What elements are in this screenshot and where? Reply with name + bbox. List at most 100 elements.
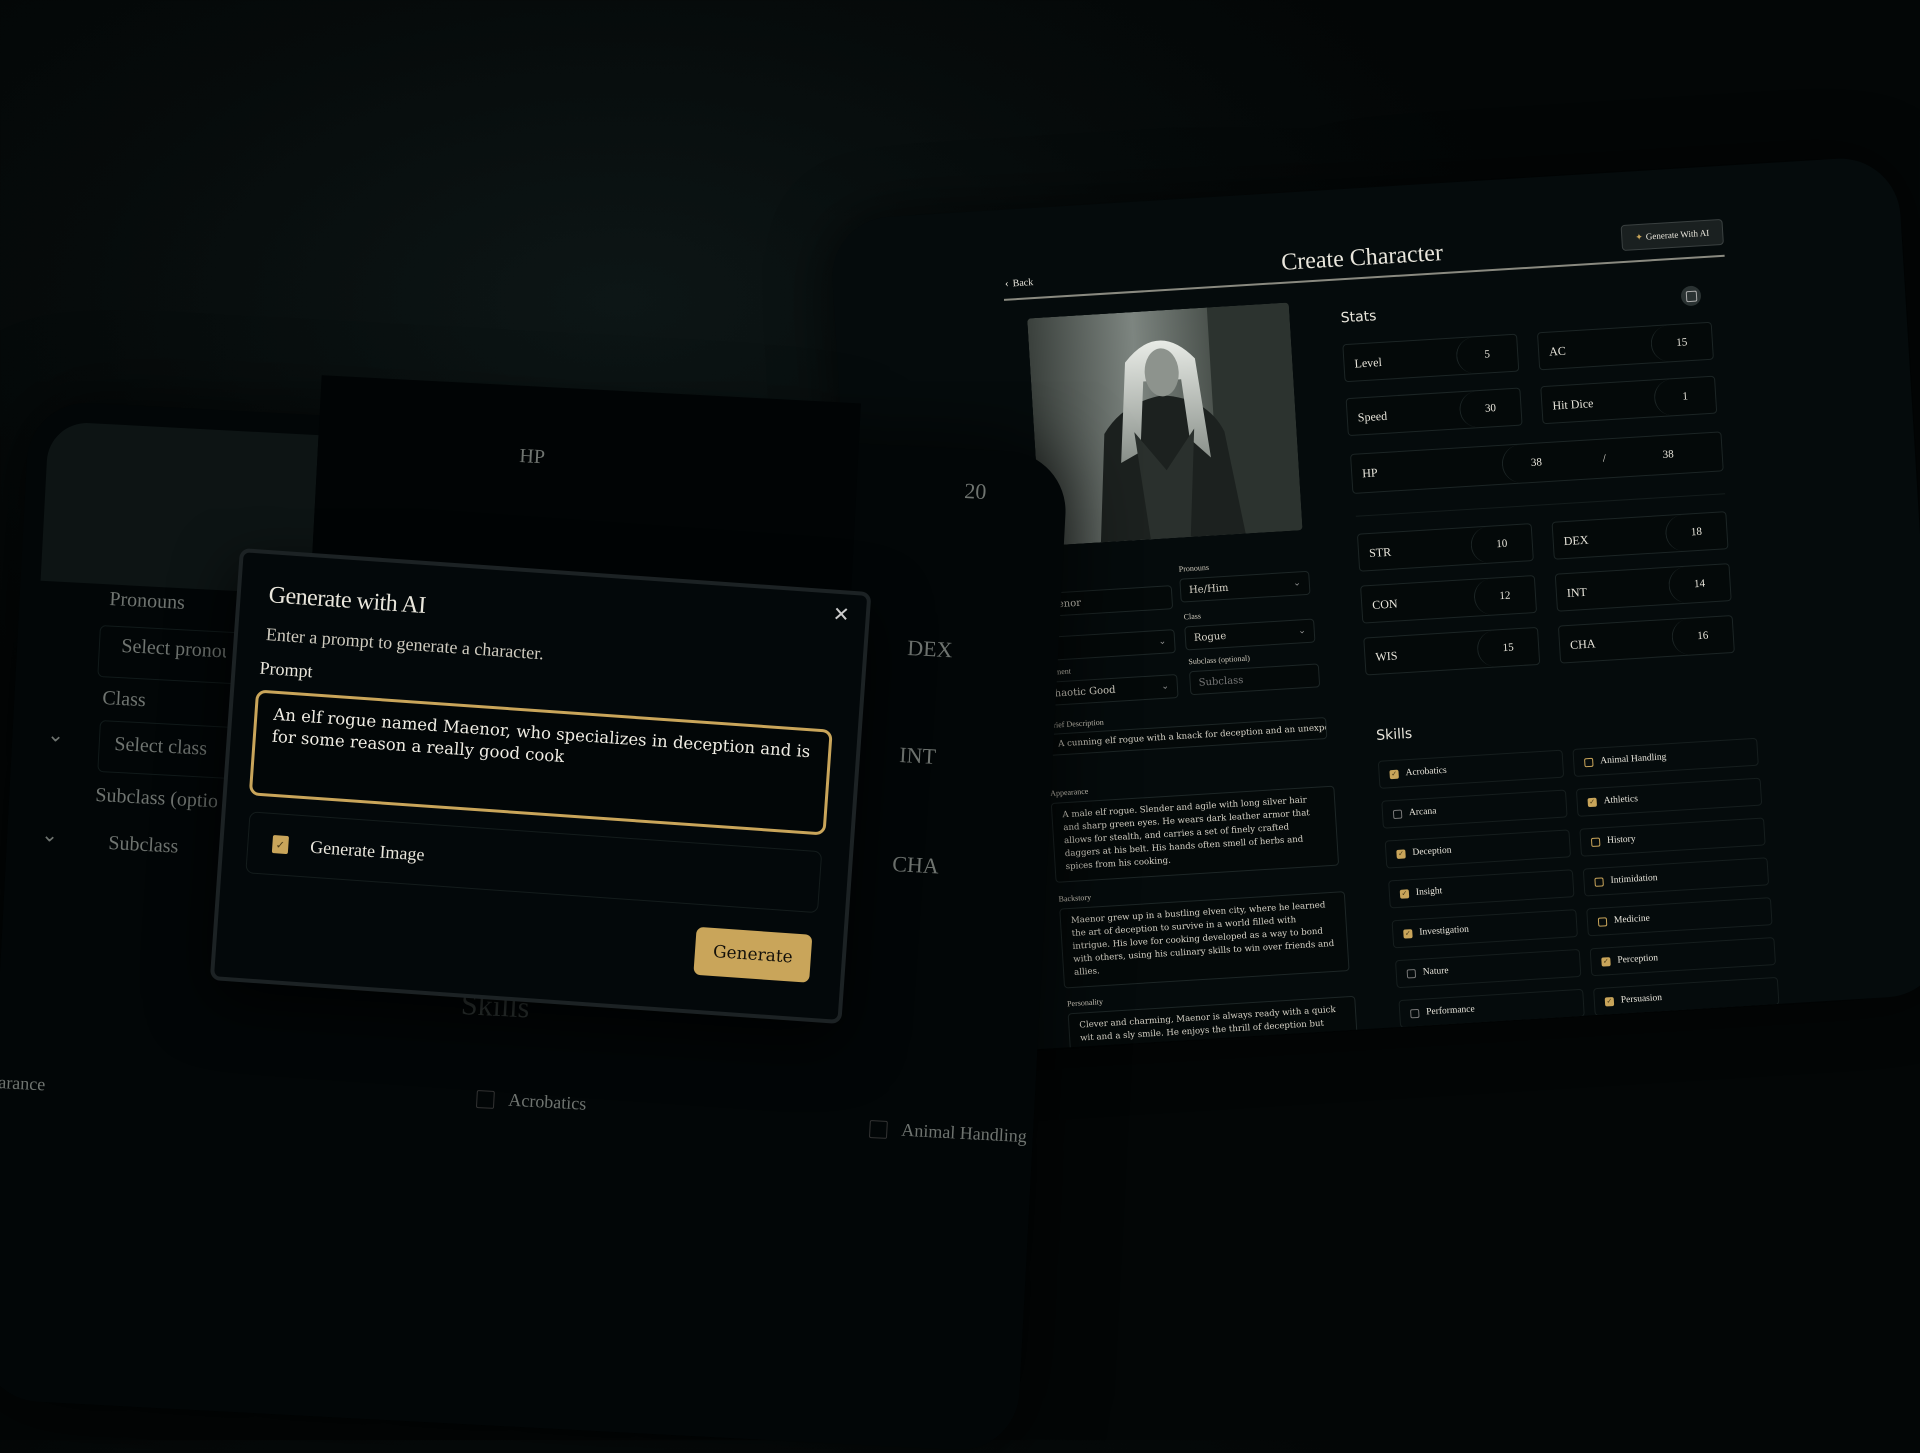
bg-pronouns-label: Pronouns: [108, 588, 186, 614]
stat-value[interactable]: 18: [1664, 512, 1728, 552]
personality-label: Personality: [1066, 997, 1104, 1009]
skill-checkbox[interactable]: ✓: [1587, 797, 1597, 807]
stat-value[interactable]: 5: [1455, 334, 1519, 375]
stat-value[interactable]: 10: [1469, 524, 1533, 564]
stat-dex[interactable]: DEX 18: [1551, 511, 1729, 560]
stat-wis[interactable]: WIS 15: [1363, 626, 1541, 676]
dice-icon[interactable]: [1680, 285, 1702, 307]
skill-item[interactable]: ✓ Persuasion: [1593, 976, 1780, 1017]
bg-hp-value: 20: [963, 478, 987, 505]
stat-speed[interactable]: Speed 30: [1345, 387, 1523, 437]
skill-item[interactable]: Intimidation: [1582, 857, 1770, 897]
appearance-textarea[interactable]: A male elf rogue. Slender and agile with…: [1050, 785, 1340, 883]
modal-subtitle: Enter a prompt to generate a character.: [265, 624, 545, 664]
stat-label: WIS: [1375, 648, 1398, 664]
skill-checkbox[interactable]: [1406, 968, 1417, 979]
skill-item[interactable]: ✓ Investigation: [1391, 909, 1578, 949]
skill-checkbox[interactable]: ✓: [1601, 956, 1611, 967]
stat-int[interactable]: INT 14: [1554, 563, 1732, 612]
skill-checkbox[interactable]: ✓: [1604, 996, 1615, 1006]
stat-value[interactable]: 16: [1670, 616, 1734, 656]
bg-cha-label: CHA: [891, 851, 940, 879]
checkbox: [475, 1089, 495, 1109]
stat-hp[interactable]: HP 38 / 38: [1350, 431, 1726, 494]
personality-textarea[interactable]: Clever and charming, Maenor is always re…: [1067, 995, 1360, 1049]
skill-item[interactable]: ✓ Insight: [1388, 869, 1575, 909]
stat-label: DEX: [1563, 532, 1589, 549]
chevron-down-icon: ⌄: [1161, 681, 1170, 692]
skill-item[interactable]: Performance: [1398, 988, 1585, 1029]
stat-hit-dice[interactable]: Hit Dice 1: [1540, 375, 1718, 425]
stat-cha[interactable]: CHA 16: [1557, 614, 1735, 664]
chevron-down-icon: ⌄: [46, 723, 65, 747]
sparkle-icon: ✦: [1634, 231, 1644, 242]
skill-checkbox[interactable]: ✓: [1403, 928, 1413, 939]
skill-item[interactable]: History: [1579, 817, 1766, 857]
backstory-textarea[interactable]: Maenor grew up in a bustling elven city,…: [1059, 891, 1350, 989]
bg-class-placeholder: Select class: [113, 733, 208, 760]
alignment-select[interactable]: Chaotic Good ⌄: [1037, 674, 1179, 707]
checkbox: [868, 1119, 888, 1139]
subclass-label: Subclass (optional): [1188, 653, 1251, 667]
skill-item[interactable]: Nature: [1395, 948, 1582, 989]
subclass-input[interactable]: [1188, 663, 1321, 696]
skill-label: Deception: [1412, 845, 1452, 858]
skill-checkbox[interactable]: [1584, 757, 1594, 767]
skill-checkbox[interactable]: [1392, 809, 1403, 819]
stat-value[interactable]: 15: [1649, 322, 1713, 363]
skill-item[interactable]: Medicine: [1586, 897, 1773, 937]
skill-checkbox[interactable]: [1594, 876, 1604, 887]
skill-label: Medicine: [1613, 913, 1651, 926]
skill-label: Animal Handling: [1599, 752, 1667, 767]
skill-item[interactable]: Arcana: [1381, 789, 1568, 829]
chevron-down-icon: ⌄: [1292, 578, 1302, 589]
pronouns-label: Pronouns: [1178, 562, 1210, 574]
stat-value[interactable]: 14: [1667, 564, 1731, 604]
generate-with-ai-button[interactable]: ✦ Generate With AI: [1620, 218, 1724, 252]
character-portrait: [1027, 302, 1303, 547]
skill-item[interactable]: ✓ Acrobatics: [1377, 749, 1565, 789]
stat-str[interactable]: STR 10: [1356, 523, 1534, 572]
back-button[interactable]: ‹ Back: [1005, 276, 1034, 290]
skill-item[interactable]: ✓ Perception: [1589, 937, 1777, 977]
generate-image-checkbox[interactable]: ✓: [271, 835, 290, 855]
generate-button[interactable]: Generate: [693, 926, 813, 983]
backstory-label: Backstory: [1058, 892, 1092, 904]
close-button[interactable]: ✕: [832, 602, 850, 627]
stat-label: Level: [1354, 354, 1383, 371]
stat-ac[interactable]: AC 15: [1536, 321, 1714, 371]
skill-label: Arcana: [1408, 806, 1437, 819]
skill-checkbox[interactable]: [1590, 837, 1601, 847]
skill-checkbox[interactable]: ✓: [1396, 848, 1406, 859]
skill-label: Insight: [1415, 886, 1443, 898]
stat-level[interactable]: Level 5: [1342, 333, 1520, 383]
modal-title: Generate with AI: [267, 582, 427, 620]
skill-item[interactable]: ✓ Athletics: [1575, 777, 1763, 817]
page-title: Create Character: [1280, 240, 1444, 276]
stat-value[interactable]: 30: [1458, 388, 1522, 429]
bg-subclass-placeholder: Subclass: [107, 832, 179, 858]
skill-label: Perception: [1617, 953, 1659, 966]
skill-checkbox[interactable]: ✓: [1389, 769, 1399, 779]
class-select[interactable]: Rogue ⌄: [1184, 618, 1316, 651]
skill-checkbox[interactable]: ✓: [1399, 888, 1410, 899]
stats-title: Stats: [1340, 308, 1377, 327]
chevron-down-icon: ⌄: [1158, 636, 1167, 648]
prompt-textarea[interactable]: An elf rogue named Maenor, who specializ…: [248, 689, 833, 836]
hp-max[interactable]: 38: [1662, 448, 1674, 461]
skill-label: Persuasion: [1620, 993, 1663, 1006]
stat-value[interactable]: 12: [1472, 576, 1537, 616]
stat-con[interactable]: CON 12: [1360, 574, 1538, 624]
hp-current[interactable]: 38: [1531, 456, 1543, 469]
stat-label: Speed: [1357, 408, 1388, 425]
skill-checkbox[interactable]: [1410, 1008, 1420, 1018]
bg-class-label: Class: [101, 687, 147, 712]
stat-value[interactable]: 15: [1476, 627, 1540, 668]
brief-description-label: Brief Description: [1047, 717, 1104, 730]
stat-value[interactable]: 1: [1653, 376, 1717, 417]
bg-hp-label: HP: [518, 445, 546, 469]
skill-item[interactable]: Animal Handling: [1572, 737, 1759, 777]
skill-item[interactable]: ✓ Deception: [1384, 829, 1572, 869]
skill-checkbox[interactable]: [1597, 916, 1608, 927]
pronouns-select[interactable]: He/Him ⌄: [1179, 570, 1311, 603]
